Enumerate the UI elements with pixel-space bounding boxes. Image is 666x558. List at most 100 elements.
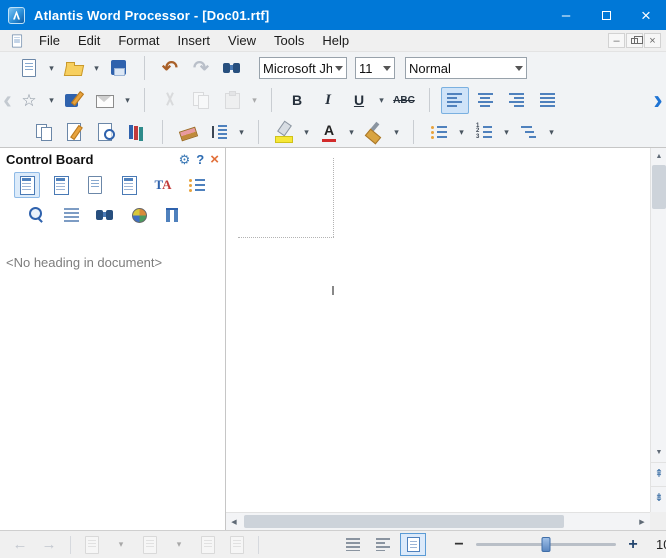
- mdi-close-button[interactable]: ×: [644, 33, 661, 48]
- menu-insert[interactable]: Insert: [169, 30, 220, 51]
- mdi-restore-button[interactable]: [626, 33, 643, 48]
- statusbar-doc-button-1[interactable]: [80, 533, 104, 557]
- headings-pane-button[interactable]: [14, 172, 40, 198]
- paste-button[interactable]: [218, 87, 246, 114]
- bold-button[interactable]: B: [283, 87, 311, 114]
- previous-page-button[interactable]: ⇞: [651, 462, 666, 484]
- numbered-list-dropdown[interactable]: ▾: [501, 119, 512, 146]
- highlight-dropdown[interactable]: ▾: [301, 119, 312, 146]
- online-view-button[interactable]: [370, 533, 396, 556]
- close-button[interactable]: ×: [626, 0, 666, 30]
- clone-document-button[interactable]: [30, 119, 58, 146]
- align-center-button[interactable]: [472, 87, 500, 114]
- fonts-pane-button[interactable]: TA: [150, 172, 176, 198]
- redo-button[interactable]: ↷: [187, 55, 215, 82]
- open-dropdown[interactable]: ▾: [91, 55, 102, 82]
- menu-file[interactable]: File: [30, 30, 69, 51]
- gear-icon[interactable]: ⚙: [179, 153, 191, 166]
- nav-forward-button[interactable]: →: [37, 533, 61, 557]
- font-color-button[interactable]: A: [315, 119, 343, 146]
- open-button[interactable]: [60, 55, 88, 82]
- bookmarks-pane-button[interactable]: [82, 172, 108, 198]
- undo-button[interactable]: ↶: [156, 55, 184, 82]
- zoom-in-button[interactable]: +: [621, 533, 645, 557]
- highlight-button[interactable]: [270, 119, 298, 146]
- format-painter-button[interactable]: [360, 119, 388, 146]
- font-name-combo[interactable]: Microsoft Jh: [259, 57, 347, 79]
- colors-pane-button[interactable]: [126, 202, 152, 228]
- align-left-button[interactable]: [441, 87, 469, 114]
- save-button[interactable]: [105, 55, 133, 82]
- font-size-combo[interactable]: 11: [355, 57, 395, 79]
- mdi-minimize-button[interactable]: –: [608, 33, 625, 48]
- eraser-button[interactable]: [174, 119, 202, 146]
- multilevel-list-button[interactable]: [515, 119, 543, 146]
- library-button[interactable]: [123, 119, 151, 146]
- font-color-dropdown[interactable]: ▾: [346, 119, 357, 146]
- maximize-button[interactable]: [586, 0, 626, 30]
- zoom-out-button[interactable]: −: [447, 533, 471, 557]
- zoom-slider[interactable]: [476, 543, 616, 546]
- underline-button[interactable]: U: [345, 87, 373, 114]
- control-board-close-icon[interactable]: ×: [210, 152, 219, 167]
- new-document-button[interactable]: [15, 55, 43, 82]
- sections-pane-button[interactable]: [48, 172, 74, 198]
- line-spacing-button[interactable]: [205, 119, 233, 146]
- underline-dropdown[interactable]: ▾: [376, 87, 387, 114]
- scroll-left-button[interactable]: ◀: [226, 513, 242, 531]
- minimize-button[interactable]: –: [546, 0, 586, 30]
- paste-dropdown[interactable]: ▾: [249, 87, 260, 114]
- statusbar-doc-button-4[interactable]: [225, 533, 249, 557]
- scroll-right-button[interactable]: ▶: [634, 513, 650, 531]
- toc-pane-button[interactable]: [116, 172, 142, 198]
- multilevel-list-dropdown[interactable]: ▾: [546, 119, 557, 146]
- email-button[interactable]: [91, 87, 119, 114]
- draft-view-button[interactable]: [340, 533, 366, 556]
- paragraphs-pane-button[interactable]: [58, 202, 84, 228]
- help-icon[interactable]: ?: [196, 153, 204, 166]
- outline-pane-button[interactable]: [184, 172, 210, 198]
- statusbar-doc-dropdown-2[interactable]: ▾: [167, 533, 191, 557]
- menu-edit[interactable]: Edit: [69, 30, 109, 51]
- search-pane-button[interactable]: [92, 202, 118, 228]
- cut-button[interactable]: [156, 87, 184, 114]
- scroll-up-button[interactable]: ▲: [651, 148, 666, 164]
- vertical-scroll-thumb[interactable]: [652, 165, 666, 209]
- find-button[interactable]: [218, 55, 246, 82]
- vertical-scrollbar[interactable]: ▲ ▼ ⇞ ⇟: [650, 148, 666, 512]
- previous-toolbar-chevron-icon[interactable]: ‹: [1, 89, 14, 110]
- statusbar-doc-button-2[interactable]: [138, 533, 162, 557]
- favorites-dropdown[interactable]: ▾: [46, 87, 57, 114]
- copy-button[interactable]: [187, 87, 215, 114]
- italic-button[interactable]: I: [314, 87, 342, 114]
- numbered-list-button[interactable]: [470, 119, 498, 146]
- bullet-list-dropdown[interactable]: ▾: [456, 119, 467, 146]
- next-page-button[interactable]: ⇟: [651, 486, 666, 508]
- email-dropdown[interactable]: ▾: [122, 87, 133, 114]
- line-spacing-dropdown[interactable]: ▾: [236, 119, 247, 146]
- document-area[interactable]: ▲ ▼ ⇞ ⇟ ◀ ▶: [226, 148, 666, 530]
- format-painter-dropdown[interactable]: ▾: [391, 119, 402, 146]
- menu-view[interactable]: View: [219, 30, 265, 51]
- horizontal-scroll-thumb[interactable]: [244, 515, 564, 528]
- menu-tools[interactable]: Tools: [265, 30, 313, 51]
- align-right-button[interactable]: [503, 87, 531, 114]
- favorites-button[interactable]: ☆: [15, 87, 43, 114]
- zoom-slider-thumb[interactable]: [542, 537, 551, 552]
- print-preview-button[interactable]: [92, 119, 120, 146]
- page-layout-view-button[interactable]: [400, 533, 426, 556]
- menu-help[interactable]: Help: [313, 30, 358, 51]
- columns-pane-button[interactable]: [160, 202, 186, 228]
- next-toolbar-chevron-icon[interactable]: ›: [651, 88, 665, 110]
- new-document-dropdown[interactable]: ▾: [46, 55, 57, 82]
- save-all-button[interactable]: [60, 87, 88, 114]
- bullet-list-button[interactable]: [425, 119, 453, 146]
- horizontal-scrollbar[interactable]: ◀ ▶: [226, 512, 650, 530]
- style-combo[interactable]: Normal: [405, 57, 527, 79]
- zoom-pane-button[interactable]: [24, 202, 50, 228]
- nav-back-button[interactable]: ←: [8, 533, 32, 557]
- statusbar-doc-dropdown-1[interactable]: ▾: [109, 533, 133, 557]
- statusbar-doc-button-3[interactable]: [196, 533, 220, 557]
- menu-format[interactable]: Format: [109, 30, 168, 51]
- scroll-down-button[interactable]: ▼: [651, 444, 666, 460]
